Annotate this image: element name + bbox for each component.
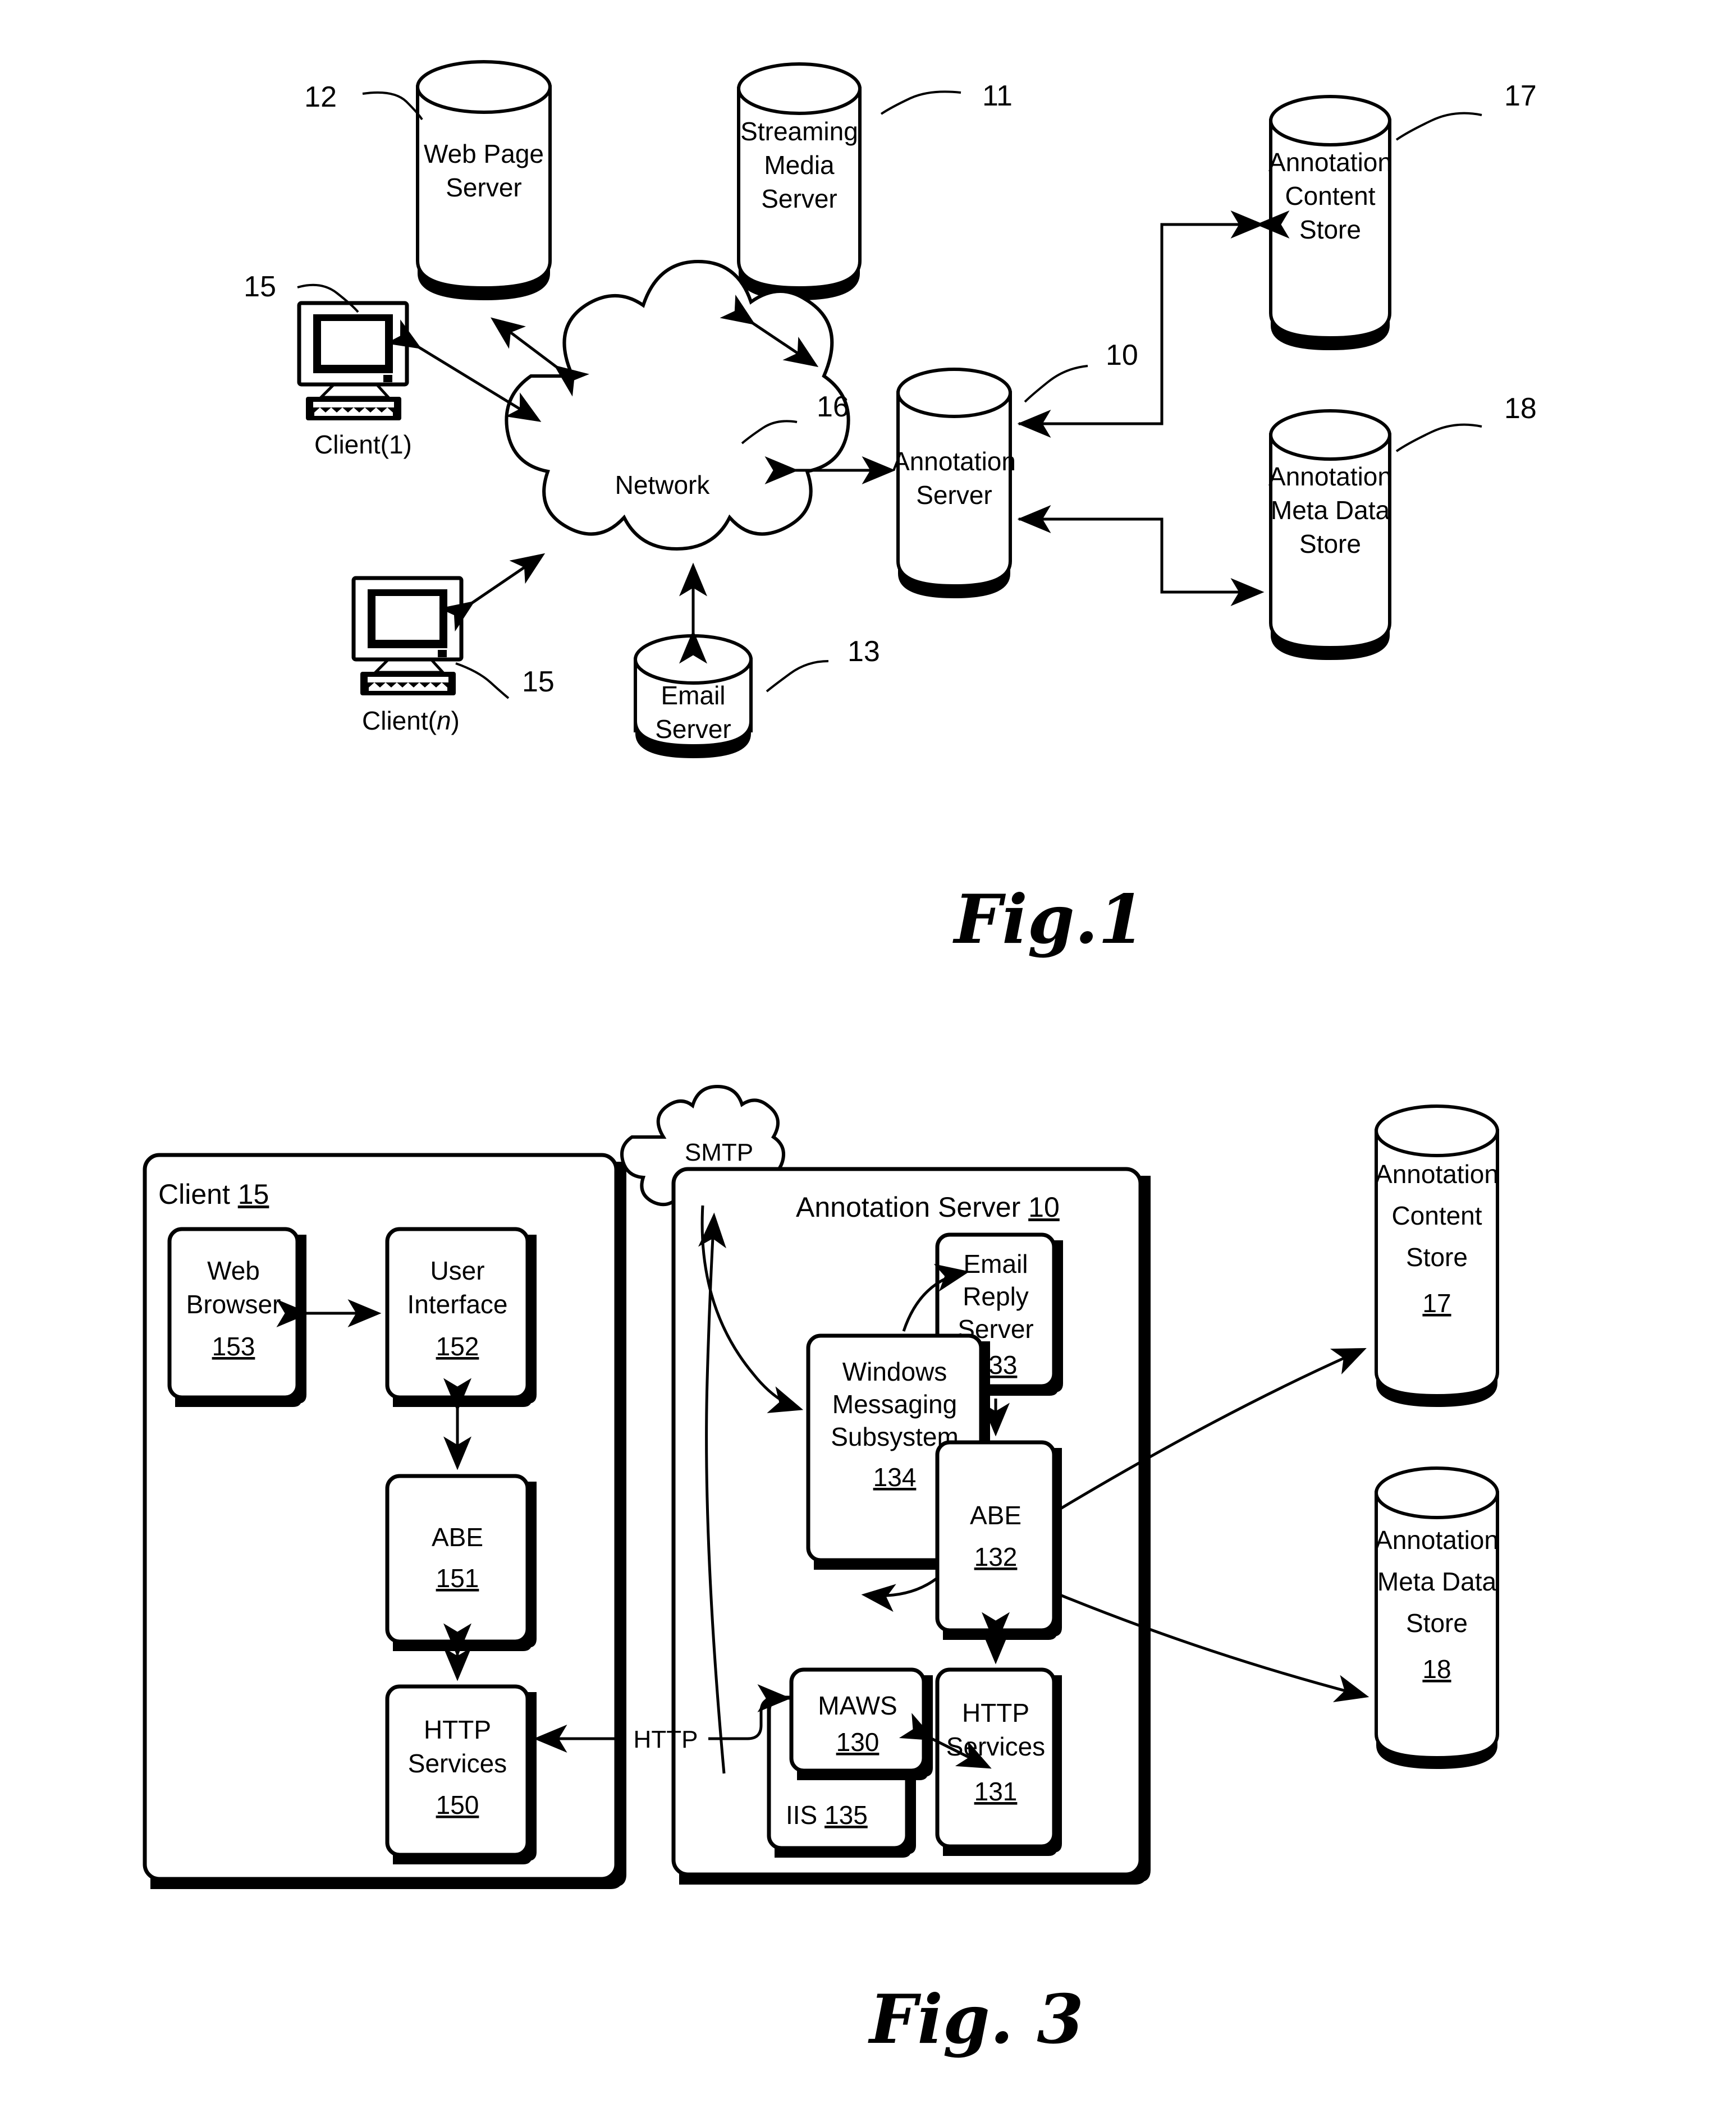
fig3-box-user-interface-line2: Interface (407, 1290, 508, 1319)
fig3-annotation-meta-data-store-line1: Annotation (1375, 1525, 1499, 1555)
fig3-box-maws-130: MAWS 130 (789, 1667, 933, 1780)
fig3-box-http-services-150: HTTP Services 150 (385, 1684, 537, 1864)
fig1-ref-18: 18 (1504, 392, 1537, 425)
fig1-email-server-label-line1: Email (661, 681, 725, 710)
fig3-annotation-content-store-ref: 17 (1422, 1289, 1451, 1318)
fig1-streaming-media-server-label-line2: Media (764, 150, 835, 180)
fig1-streaming-media-server: Streaming Media Server (737, 62, 862, 300)
fig1-web-page-server: Web Page Server (416, 60, 552, 300)
fig3-box-maws-130-line1: MAWS (818, 1691, 897, 1720)
fig3-box-iis-135-label: IIS 135 (786, 1800, 868, 1830)
fig3-box-abe-151: ABE 151 (385, 1474, 537, 1651)
fig1-annotation-content-store: Annotation Content Store (1268, 95, 1392, 350)
fig3-annotation-content-store: Annotation Content Store 17 (1375, 1104, 1499, 1407)
fig3-caption: Fig. 3 (868, 1980, 1084, 2059)
fig1-ref-11: 11 (982, 80, 1013, 112)
fig1-annotation-content-store-label-line2: Content (1285, 181, 1375, 210)
fig1-web-page-server-label-line2: Server (446, 173, 521, 202)
fig1-caption: Fig.1 (952, 880, 1145, 959)
fig1-client-1-computer: Client(1) (297, 301, 412, 459)
fig1-annotation-meta-data-store-label-line2: Meta Data (1271, 496, 1390, 525)
patent-figure-sheet: Web Page Server 12 Streaming Media Serve… (0, 0, 1736, 2113)
fig3-box-web-browser: Web Browser 153 (167, 1227, 306, 1407)
fig1-web-page-server-label-line1: Web Page (424, 139, 544, 168)
fig1-annotation-meta-data-store-label-line3: Store (1299, 529, 1361, 558)
fig3-box-http-services-131: HTTP Services 131 (935, 1667, 1062, 1856)
fig3-box-http-services-150-line1: HTTP (424, 1715, 491, 1744)
fig1-streaming-media-server-label-line3: Server (761, 184, 837, 213)
fig1-network-cloud: Network (505, 259, 850, 551)
fig3-box-abe-132-line1: ABE (970, 1501, 1022, 1530)
fig3-http-link-label: HTTP (634, 1726, 698, 1753)
fig3-box-web-browser-line2: Browser (186, 1290, 281, 1319)
fig3-annotation-content-store-line3: Store (1406, 1243, 1468, 1272)
fig1-network-label: Network (615, 470, 711, 499)
fig1-ref-13: 13 (848, 635, 880, 668)
fig3-box-user-interface-ref: 152 (436, 1332, 479, 1361)
fig3-box-http-services-150-ref: 150 (436, 1790, 479, 1819)
fig1-ref-10: 10 (1106, 339, 1138, 372)
fig3-box-user-interface: User Interface 152 (385, 1227, 537, 1407)
fig1-client-1-label: Client(1) (314, 430, 412, 459)
fig1-annotation-meta-data-store: Annotation Meta Data Store (1268, 409, 1392, 660)
fig3-client-group-title: Client 15 (158, 1179, 269, 1210)
fig3-box-web-browser-line1: Web (207, 1256, 260, 1285)
fig3-box-wms-line1: Windows (842, 1357, 947, 1386)
fig3-box-abe-132-ref: 132 (974, 1542, 1018, 1571)
fig3-box-abe-151-line1: ABE (432, 1523, 483, 1552)
fig1-email-server: Email Server (634, 634, 753, 758)
fig1-ref-15-client1: 15 (244, 271, 276, 303)
fig1-streaming-media-server-label-line1: Streaming (740, 117, 858, 146)
fig3-box-email-reply-server-line2: Reply (963, 1282, 1029, 1311)
fig3-box-http-services-131-line1: HTTP (962, 1698, 1029, 1727)
fig3-box-wms-ref: 134 (873, 1463, 917, 1492)
fig1-client-n-label: Client(n) (362, 706, 460, 735)
fig3-box-web-browser-ref: 153 (212, 1332, 255, 1361)
fig3-box-abe-132: ABE 132 (935, 1440, 1062, 1640)
fig3-box-http-services-131-line2: Services (946, 1732, 1045, 1761)
fig1-annotation-server-label-line2: Server (916, 480, 992, 510)
fig1-annotation-server: Annotation Server (892, 368, 1016, 598)
fig1-annotation-server-label-line1: Annotation (892, 447, 1016, 476)
fig3-server-group-title: Annotation Server 10 (796, 1191, 1060, 1223)
fig1-ref-16: 16 (817, 391, 849, 423)
fig1-annotation-content-store-label-line1: Annotation (1268, 148, 1392, 177)
fig1-client-n-computer: Client(n) (351, 576, 464, 735)
fig1-ref-12: 12 (304, 81, 337, 113)
fig3-annotation-meta-data-store-line3: Store (1406, 1608, 1468, 1638)
fig3-annotation-meta-data-store: Annotation Meta Data Store 18 (1375, 1466, 1499, 1769)
fig3-box-maws-130-ref: 130 (836, 1727, 880, 1757)
fig1-email-server-label-line2: Server (655, 714, 731, 744)
fig1-ref-17: 17 (1504, 80, 1537, 112)
fig3-box-email-reply-server-line1: Email (963, 1249, 1028, 1278)
fig3-annotation-content-store-line2: Content (1391, 1201, 1482, 1230)
fig3-box-wms-line2: Messaging (832, 1390, 957, 1419)
fig3-annotation-meta-data-store-line2: Meta Data (1377, 1567, 1497, 1596)
fig1-ref-15-clientn: 15 (522, 666, 555, 698)
fig1-annotation-content-store-label-line3: Store (1299, 215, 1361, 244)
fig3-smtp-label: SMTP (685, 1139, 753, 1166)
fig3-box-abe-151-ref: 151 (436, 1564, 479, 1593)
fig1-annotation-meta-data-store-label-line1: Annotation (1268, 462, 1392, 491)
fig3-annotation-content-store-line1: Annotation (1375, 1159, 1499, 1189)
fig3-annotation-meta-data-store-ref: 18 (1422, 1654, 1451, 1684)
fig3-box-http-services-150-line2: Services (408, 1749, 507, 1778)
fig3-box-user-interface-line1: User (430, 1256, 484, 1285)
fig3-box-http-services-131-ref: 131 (974, 1777, 1018, 1806)
